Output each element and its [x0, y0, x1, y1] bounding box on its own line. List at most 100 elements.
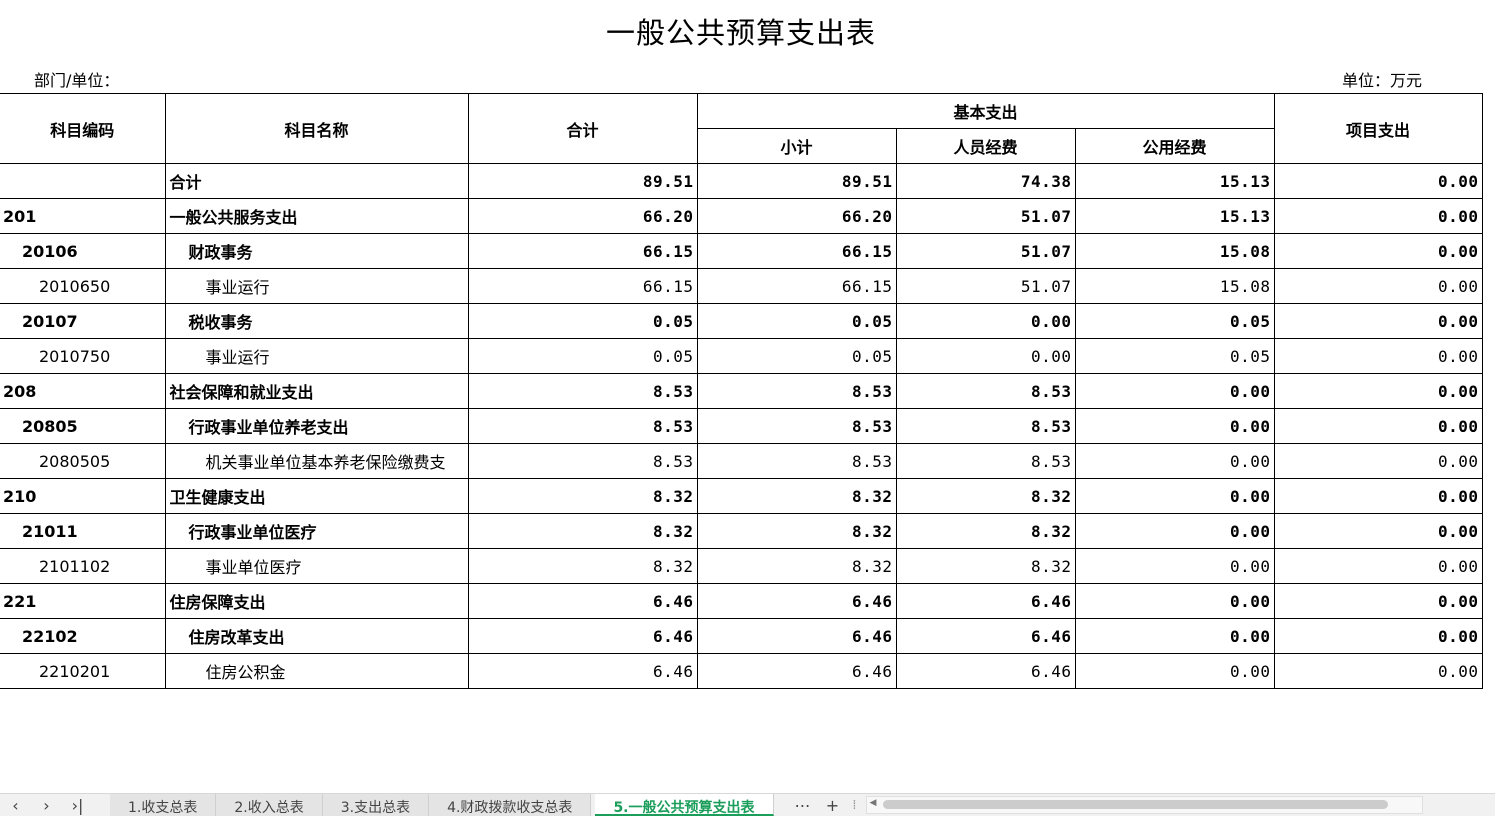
- cell-name[interactable]: 事业运行: [164, 338, 469, 374]
- cell-personnel[interactable]: 8.53: [895, 408, 1076, 444]
- cell-personnel[interactable]: 8.32: [895, 478, 1076, 514]
- cell-personnel[interactable]: 0.00: [895, 338, 1076, 374]
- cell-code[interactable]: 201: [0, 198, 166, 234]
- cell-personnel[interactable]: 74.38: [895, 163, 1076, 199]
- cell-project[interactable]: 0.00: [1273, 338, 1483, 374]
- last-sheet-icon[interactable]: ›|: [62, 796, 93, 815]
- cell-project[interactable]: 0.00: [1273, 548, 1483, 584]
- cell-subtotal[interactable]: 8.32: [696, 478, 897, 514]
- cell-total[interactable]: 66.20: [467, 198, 698, 234]
- scroll-left-icon[interactable]: ◀: [870, 798, 877, 808]
- cell-subtotal[interactable]: 8.53: [696, 408, 897, 444]
- cell-name[interactable]: 住房公积金: [164, 653, 469, 689]
- cell-personnel[interactable]: 8.53: [895, 443, 1076, 479]
- cell-code[interactable]: 20805: [0, 408, 166, 444]
- cell-subtotal[interactable]: 8.32: [696, 548, 897, 584]
- cell-public[interactable]: 15.08: [1074, 233, 1275, 269]
- cell-total[interactable]: 66.15: [467, 233, 698, 269]
- first-sheet-icon[interactable]: ‹: [0, 796, 31, 815]
- cell-project[interactable]: 0.00: [1273, 198, 1483, 234]
- cell-total[interactable]: 8.53: [467, 443, 698, 479]
- cell-total[interactable]: 0.05: [467, 338, 698, 374]
- cell-project[interactable]: 0.00: [1273, 653, 1483, 689]
- cell-project[interactable]: 0.00: [1273, 373, 1483, 409]
- cell-personnel[interactable]: 6.46: [895, 653, 1076, 689]
- cell-name[interactable]: 行政事业单位养老支出: [164, 408, 469, 444]
- cell-public[interactable]: 0.00: [1074, 373, 1275, 409]
- cell-name[interactable]: 合计: [164, 163, 469, 199]
- cell-personnel[interactable]: 51.07: [895, 233, 1076, 269]
- cell-project[interactable]: 0.00: [1273, 478, 1483, 514]
- cell-name[interactable]: 机关事业单位基本养老保险缴费支: [164, 443, 469, 479]
- cell-personnel[interactable]: 0.00: [895, 303, 1076, 339]
- cell-public[interactable]: 15.13: [1074, 198, 1275, 234]
- cell-subtotal[interactable]: 89.51: [696, 163, 897, 199]
- cell-name[interactable]: 住房保障支出: [164, 583, 469, 619]
- cell-code[interactable]: 22102: [0, 618, 166, 654]
- cell-personnel[interactable]: 6.46: [895, 618, 1076, 654]
- cell-public[interactable]: 0.00: [1074, 478, 1275, 514]
- cell-name[interactable]: 一般公共服务支出: [164, 198, 469, 234]
- cell-public[interactable]: 15.13: [1074, 163, 1275, 199]
- cell-name[interactable]: 住房改革支出: [164, 618, 469, 654]
- cell-subtotal[interactable]: 66.20: [696, 198, 897, 234]
- more-sheets-icon[interactable]: ⋯: [788, 796, 818, 815]
- cell-subtotal[interactable]: 8.53: [696, 373, 897, 409]
- cell-total[interactable]: 89.51: [467, 163, 698, 199]
- cell-subtotal[interactable]: 8.53: [696, 443, 897, 479]
- cell-subtotal[interactable]: 66.15: [696, 268, 897, 304]
- horizontal-scrollbar[interactable]: ◀: [865, 796, 1423, 814]
- cell-public[interactable]: 15.08: [1074, 268, 1275, 304]
- cell-code[interactable]: 2010650: [0, 268, 166, 304]
- cell-public[interactable]: 0.00: [1074, 548, 1275, 584]
- cell-subtotal[interactable]: 6.46: [696, 583, 897, 619]
- cell-name[interactable]: 社会保障和就业支出: [164, 373, 469, 409]
- cell-name[interactable]: 卫生健康支出: [164, 478, 469, 514]
- tab-income-expense-summary[interactable]: 1.收支总表: [110, 794, 217, 816]
- cell-project[interactable]: 0.00: [1273, 233, 1483, 269]
- cell-public[interactable]: 0.00: [1074, 653, 1275, 689]
- add-sheet-icon[interactable]: +: [818, 796, 848, 815]
- cell-project[interactable]: 0.00: [1273, 618, 1483, 654]
- cell-code[interactable]: 2210201: [0, 653, 166, 689]
- cell-name[interactable]: 行政事业单位医疗: [164, 513, 469, 549]
- cell-public[interactable]: 0.00: [1074, 443, 1275, 479]
- cell-subtotal[interactable]: 0.05: [696, 338, 897, 374]
- cell-subtotal[interactable]: 6.46: [696, 653, 897, 689]
- cell-personnel[interactable]: 51.07: [895, 268, 1076, 304]
- cell-personnel[interactable]: 6.46: [895, 583, 1076, 619]
- cell-code[interactable]: 2080505: [0, 443, 166, 479]
- cell-total[interactable]: 66.15: [467, 268, 698, 304]
- cell-subtotal[interactable]: 6.46: [696, 618, 897, 654]
- tab-expense-summary[interactable]: 3.支出总表: [322, 794, 430, 816]
- tab-income-summary[interactable]: 2.收入总表: [216, 794, 323, 816]
- cell-name[interactable]: 事业运行: [164, 268, 469, 304]
- cell-total[interactable]: 8.32: [467, 548, 698, 584]
- cell-total[interactable]: 6.46: [467, 583, 698, 619]
- cell-subtotal[interactable]: 8.32: [696, 513, 897, 549]
- cell-personnel[interactable]: 8.32: [895, 513, 1076, 549]
- cell-project[interactable]: 0.00: [1273, 583, 1483, 619]
- cell-total[interactable]: 8.53: [467, 373, 698, 409]
- cell-name[interactable]: 财政事务: [164, 233, 469, 269]
- cell-code[interactable]: 2010750: [0, 338, 166, 374]
- cell-total[interactable]: 6.46: [467, 618, 698, 654]
- cell-personnel[interactable]: 8.53: [895, 373, 1076, 409]
- cell-code[interactable]: 210: [0, 478, 166, 514]
- cell-total[interactable]: 8.32: [467, 513, 698, 549]
- cell-total[interactable]: 0.05: [467, 303, 698, 339]
- cell-code[interactable]: 221: [0, 583, 166, 619]
- cell-project[interactable]: 0.00: [1273, 513, 1483, 549]
- scrollbar-thumb[interactable]: [882, 800, 1388, 809]
- cell-code[interactable]: 20107: [0, 303, 166, 339]
- cell-code[interactable]: [0, 163, 166, 199]
- cell-personnel[interactable]: 8.32: [895, 548, 1076, 584]
- cell-public[interactable]: 0.00: [1074, 408, 1275, 444]
- cell-code[interactable]: 21011: [0, 513, 166, 549]
- cell-name[interactable]: 事业单位医疗: [164, 548, 469, 584]
- cell-code[interactable]: 208: [0, 373, 166, 409]
- splitter-handle[interactable]: ⁞: [848, 798, 862, 813]
- cell-public[interactable]: 0.00: [1074, 513, 1275, 549]
- cell-personnel[interactable]: 51.07: [895, 198, 1076, 234]
- cell-total[interactable]: 8.32: [467, 478, 698, 514]
